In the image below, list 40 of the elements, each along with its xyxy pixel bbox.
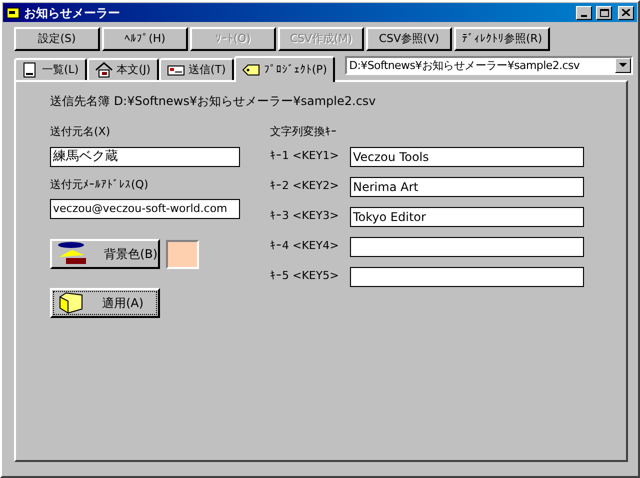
close-button[interactable] [618, 6, 634, 20]
field-label: 送付元ﾒｰﾙｱﾄﾞﾚｽ(Q) [50, 176, 150, 192]
dropdown-button[interactable] [615, 58, 632, 73]
input-field[interactable]: Nerima Art [350, 176, 584, 196]
key-label: ｷｰ1 <KEY1> [270, 148, 340, 164]
notebook-icon [22, 62, 38, 78]
key-label: ｷｰ2 <KEY2> [270, 178, 340, 194]
toolbar-button[interactable]: ﾍﾙﾌﾟ(H) [102, 27, 188, 51]
minimize-button[interactable] [576, 6, 592, 20]
key-label: ｷｰ3 <KEY3> [270, 208, 340, 224]
palette-icon [56, 241, 86, 267]
key-label: ｷｰ5 <KEY5> [270, 268, 340, 284]
color-swatch[interactable] [166, 240, 199, 268]
app-icon [6, 6, 20, 20]
address-book-path: 送信先名簿 D:¥Softnews¥お知らせメーラー¥sample2.csv [50, 93, 377, 110]
tab[interactable]: 本文(J) [86, 58, 159, 80]
input-field[interactable]: veczou@veczou-soft-world.com [50, 199, 240, 219]
close-icon [622, 9, 630, 16]
maximize-button[interactable] [596, 6, 612, 20]
toolbar-button[interactable]: ﾃﾞｨﾚｸﾄﾘ参照(R) [454, 27, 550, 51]
window-title: お知らせメーラー [24, 4, 120, 22]
input-field[interactable]: Veczou Tools [350, 146, 584, 166]
tag-icon [242, 63, 260, 77]
key-label: ｷｰ4 <KEY4> [270, 238, 340, 254]
caret-icon [619, 63, 628, 68]
tab[interactable]: 一覧(L) [14, 58, 87, 80]
tab[interactable]: ﾌﾟﾛｼﾞｪｸﾄ(P) [234, 56, 336, 82]
envelope-icon [166, 63, 185, 77]
tab[interactable]: 送信(T) [158, 58, 234, 80]
section-heading: 文字列変換ｷｰ [270, 124, 338, 140]
input-field[interactable]: 練馬ベク蔵 [50, 146, 240, 166]
input-field[interactable] [350, 236, 584, 256]
apply-button[interactable]: 適用(A) [50, 288, 160, 318]
field-label: 送付元名(X) [50, 124, 112, 140]
toolbar-button[interactable]: CSV参照(V) [366, 27, 452, 51]
house-icon [94, 62, 113, 78]
input-field[interactable] [350, 266, 584, 286]
toolbar-button[interactable]: 設定(S) [14, 27, 100, 51]
input-field[interactable]: Tokyo Editor [350, 206, 584, 226]
background-color-button[interactable]: 背景色(B) [50, 239, 160, 269]
